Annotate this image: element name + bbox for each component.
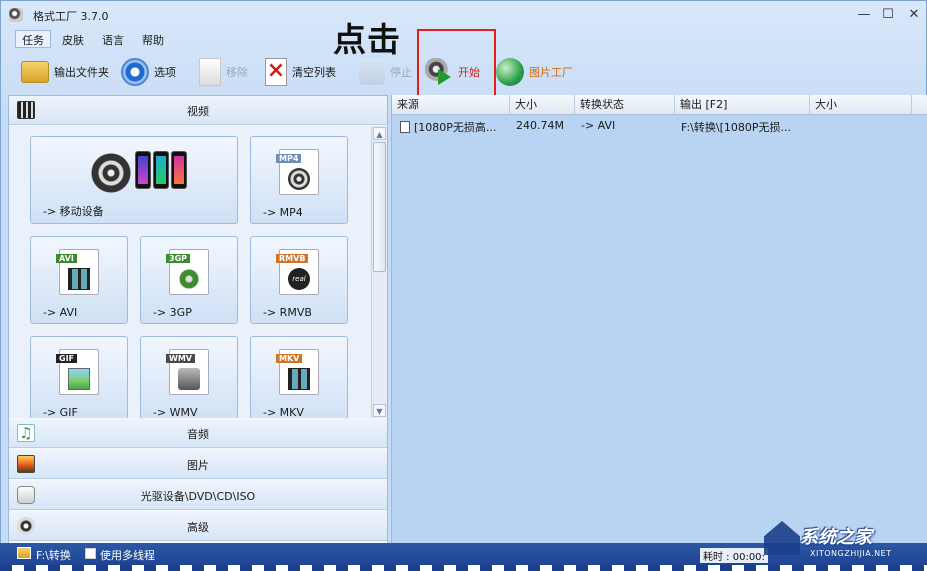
category-audio[interactable]: ♫ 音频 [9, 419, 387, 448]
tile-label: -> MP4 [263, 206, 303, 219]
tile-label: -> 3GP [153, 306, 192, 319]
col-status[interactable]: 转换状态 [575, 95, 675, 115]
house-logo-icon [764, 521, 800, 555]
clear-list-button[interactable]: × 清空列表 [265, 57, 336, 87]
annotation-click-text: 点击 [333, 20, 401, 59]
col-output-size[interactable]: 大小 [810, 95, 912, 115]
row-size: 240.74M [516, 119, 564, 132]
conversion-panel: 视频 -> 移动设备 MP4 -> MP4 AVI -> AVI 3GP -> … [8, 95, 388, 545]
gif-icon: GIF [56, 349, 99, 395]
output-folder-icon[interactable] [17, 547, 31, 559]
tile-label: -> GIF [43, 406, 78, 418]
category-advanced-label: 高级 [187, 521, 209, 534]
stop-icon [359, 59, 385, 85]
output-path[interactable]: F:\转换 [36, 547, 71, 563]
rmvb-icon: RMVB real [276, 249, 319, 295]
options-icon [121, 58, 149, 86]
tile-mkv[interactable]: MKV -> MKV [250, 336, 348, 418]
options-button[interactable]: 选项 [121, 57, 176, 87]
tile-wmv[interactable]: WMV -> WMV [140, 336, 238, 418]
menu-bar: 任务 皮肤 语言 帮助 [15, 30, 171, 48]
watermark-title: 系统之家 [800, 527, 872, 548]
multithread-label: 使用多线程 [100, 549, 155, 562]
clear-list-icon: × [265, 58, 287, 86]
app-logo-icon [9, 8, 23, 22]
category-image-label: 图片 [187, 459, 209, 472]
tile-3gp[interactable]: 3GP -> 3GP [140, 236, 238, 324]
avi-icon: AVI [56, 249, 99, 295]
menu-help[interactable]: 帮助 [135, 30, 171, 48]
scrollbar-thumb[interactable] [373, 142, 386, 272]
picture-factory-icon [496, 58, 524, 86]
watermark-url: XITONGZHIJIA.NET [810, 549, 892, 558]
tile-rmvb[interactable]: RMVB real -> RMVB [250, 236, 348, 324]
stop-button[interactable]: 停止 [359, 57, 412, 87]
category-rom-label: 光驱设备\DVD\CD\ISO [140, 490, 256, 503]
multithread-checkbox[interactable] [85, 548, 96, 559]
col-source[interactable]: 来源 [392, 95, 510, 115]
site-watermark: 系统之家 XITONGZHIJIA.NET [758, 519, 924, 565]
menu-language[interactable]: 语言 [95, 30, 131, 48]
remove-file-icon [199, 58, 221, 86]
stop-label: 停止 [390, 66, 412, 79]
wmv-icon: WMV [166, 349, 209, 395]
row-source: [1080P无损高... [414, 121, 497, 134]
category-video[interactable]: 视频 [9, 96, 387, 125]
row-output: F:\转换\[1080P无损... [681, 121, 791, 134]
menu-skin[interactable]: 皮肤 [55, 30, 91, 48]
options-label: 选项 [154, 66, 176, 79]
picture-factory-button[interactable]: 图片工厂 [496, 57, 573, 87]
tile-label: -> AVI [43, 306, 78, 319]
window-title: 格式工厂 3.7.0 [33, 10, 109, 23]
mobile-device-icon [91, 151, 189, 195]
task-list-header: 来源 大小 转换状态 输出 [F2] 大小 [392, 95, 927, 115]
table-row[interactable]: [1080P无损高... 240.74M -> AVI F:\转换\[1080P… [392, 117, 927, 137]
maximize-button[interactable]: ☐ [880, 7, 896, 23]
menu-task[interactable]: 任务 [15, 30, 51, 48]
title-bar: 格式工厂 3.7.0 — ☐ ✕ [1, 1, 926, 29]
scroll-up-icon[interactable]: ▲ [373, 127, 386, 140]
tile-label: -> MKV [263, 406, 304, 418]
minimize-button[interactable]: — [856, 7, 872, 23]
picture-factory-label: 图片工厂 [529, 66, 573, 79]
output-folder-label: 输出文件夹 [54, 66, 109, 79]
tile-avi[interactable]: AVI -> AVI [30, 236, 128, 324]
highlight-box [417, 29, 496, 103]
task-list: 来源 大小 转换状态 输出 [F2] 大小 [1080P无损高... 240.7… [391, 95, 927, 545]
clear-list-label: 清空列表 [292, 66, 336, 79]
desktop-stripe [0, 565, 927, 571]
tile-mp4[interactable]: MP4 -> MP4 [250, 136, 348, 224]
close-button[interactable]: ✕ [906, 7, 922, 23]
tile-label: -> RMVB [263, 306, 312, 319]
folder-icon [21, 61, 49, 83]
col-output[interactable]: 输出 [F2] [675, 95, 810, 115]
tile-label: -> WMV [153, 406, 198, 418]
row-status: -> AVI [581, 119, 616, 132]
mp4-icon: MP4 [276, 149, 319, 195]
category-rom[interactable]: 光驱设备\DVD\CD\ISO [9, 481, 387, 510]
category-image[interactable]: 图片 [9, 450, 387, 479]
file-icon [400, 121, 410, 133]
video-format-grid: -> 移动设备 MP4 -> MP4 AVI -> AVI 3GP -> 3GP… [9, 126, 371, 418]
tile-label: -> 移动设备 [43, 205, 104, 218]
tile-mobile-device[interactable]: -> 移动设备 [30, 136, 238, 224]
remove-button[interactable]: 移除 [199, 57, 248, 87]
category-advanced[interactable]: 高级 [9, 512, 387, 541]
grid-scrollbar[interactable]: ▲ ▼ [371, 126, 387, 418]
output-folder-button[interactable]: 输出文件夹 [21, 57, 109, 87]
category-audio-label: 音频 [187, 428, 209, 441]
scroll-down-icon[interactable]: ▼ [373, 404, 386, 417]
category-video-label: 视频 [187, 105, 209, 118]
tile-gif[interactable]: GIF -> GIF [30, 336, 128, 418]
remove-label: 移除 [226, 66, 248, 79]
app-window: 格式工厂 3.7.0 — ☐ ✕ 任务 皮肤 语言 帮助 输出文件夹 选项 移除… [0, 0, 927, 571]
3gp-icon: 3GP [166, 249, 209, 295]
col-size[interactable]: 大小 [510, 95, 575, 115]
mkv-icon: MKV [276, 349, 319, 395]
